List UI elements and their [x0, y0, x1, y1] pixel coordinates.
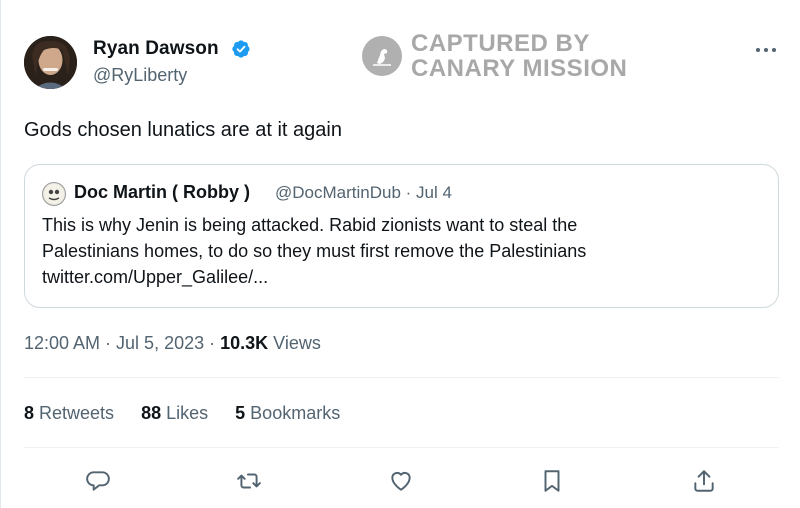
share-button[interactable] — [689, 466, 719, 496]
divider-bottom — [24, 447, 779, 448]
tweet-timestamp: 12:00 AM · Jul 5, 2023 · 10.3K Views — [24, 333, 321, 354]
author-name[interactable]: Ryan Dawson — [93, 38, 219, 60]
timestamp-text[interactable]: 12:00 AM · Jul 5, 2023 · — [24, 333, 220, 353]
watermark-text: CAPTURED BY CANARY MISSION — [411, 31, 627, 81]
verified-badge-icon — [232, 40, 250, 58]
watermark-line-1: CAPTURED BY — [411, 30, 590, 57]
watermark-line-2: CANARY MISSION — [411, 55, 628, 82]
watermark-logo — [362, 36, 402, 76]
views-count: 10.3K — [220, 333, 269, 353]
quote-author-name[interactable]: Doc Martin ( Robby ) — [74, 182, 250, 203]
quote-text-line-1: This is why Jenin is being attacked. Rab… — [42, 215, 578, 235]
retweet-icon — [237, 473, 261, 489]
divider-top — [24, 377, 779, 378]
reply-button[interactable] — [83, 466, 113, 496]
bookmark-icon — [544, 470, 560, 492]
quote-text-line-2: Palestinians homes, to do so they must f… — [42, 241, 587, 261]
reply-icon — [86, 471, 110, 491]
author-handle[interactable]: @RyLiberty — [93, 65, 187, 86]
likes-count: 88 — [141, 403, 162, 423]
quoted-tweet-card[interactable]: Doc Martin ( Robby ) @DocMartinDub · Jul… — [24, 164, 779, 308]
retweets-stat[interactable]: 8 Retweets — [24, 403, 114, 424]
tweet-text: Gods chosen lunatics are at it again — [24, 119, 342, 141]
quote-avatar[interactable] — [42, 182, 66, 206]
bookmarks-count: 5 — [235, 403, 246, 423]
bookmark-button[interactable] — [537, 466, 567, 496]
like-button[interactable] — [386, 466, 416, 496]
retweets-label: Retweets — [34, 403, 115, 423]
likes-label: Likes — [161, 403, 209, 423]
quote-link[interactable]: twitter.com/Upper_Galilee/... — [42, 267, 268, 288]
left-border — [0, 0, 1, 508]
quote-meta[interactable]: @DocMartinDub · Jul 4 — [275, 183, 452, 203]
bookmarks-label: Bookmarks — [245, 403, 341, 423]
share-icon — [694, 470, 714, 492]
heart-icon — [391, 471, 411, 491]
more-icon[interactable] — [752, 40, 780, 60]
views-label: Views — [268, 333, 321, 353]
retweet-button[interactable] — [234, 466, 264, 496]
tweet-stats: 8 Retweets 88 Likes 5 Bookmarks — [24, 403, 362, 424]
retweets-count: 8 — [24, 403, 35, 423]
avatar[interactable] — [24, 36, 77, 89]
bookmarks-stat[interactable]: 5 Bookmarks — [235, 403, 340, 424]
likes-stat[interactable]: 88 Likes — [141, 403, 208, 424]
